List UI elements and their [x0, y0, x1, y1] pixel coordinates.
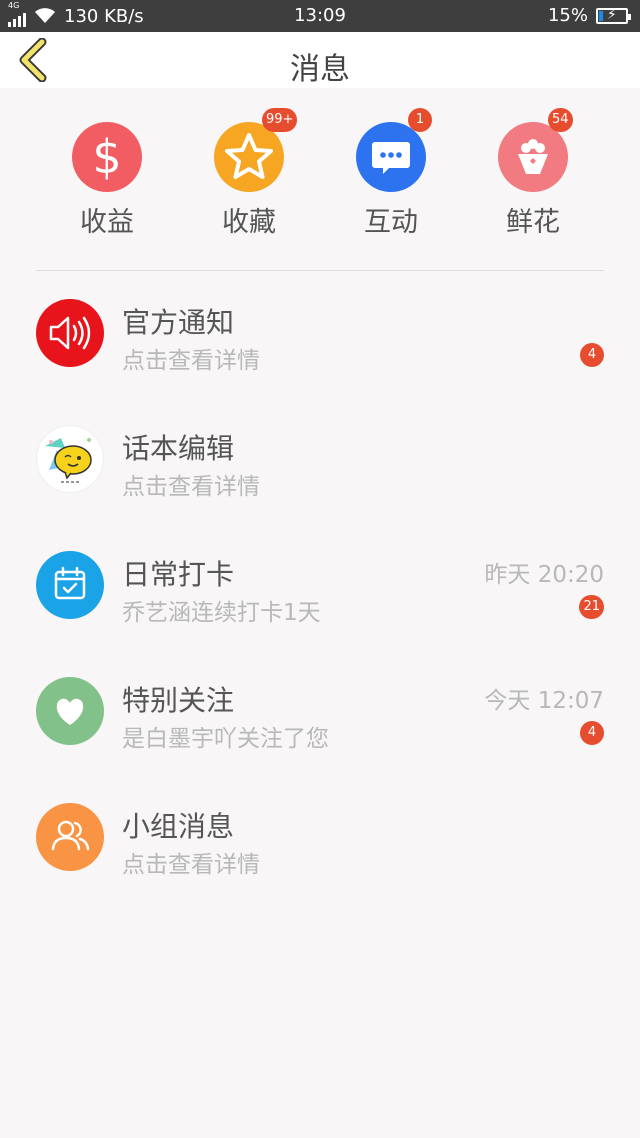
- category-label: 互动: [364, 207, 418, 238]
- item-subtitle: 是白墨宇吖关注了您: [122, 726, 329, 752]
- item-subtitle: 乔艺涵连续打卡1天: [122, 600, 321, 626]
- star-icon: 99+: [214, 108, 298, 192]
- list-item-script-editor[interactable]: 话本编辑 点击查看详情: [0, 425, 640, 525]
- dollar-icon: $: [72, 122, 142, 192]
- chat-bubble-icon: 1: [356, 108, 432, 192]
- item-title: 话本编辑: [122, 432, 235, 465]
- category-row: $ 收益 99+ 收藏 1 互动 54 鲜花: [0, 108, 640, 239]
- svg-text:$: $: [92, 130, 121, 184]
- page-title: 消息: [290, 52, 350, 87]
- list-item-special-follow[interactable]: 特别关注 是白墨宇吖关注了您 今天 12:07 4: [0, 677, 640, 777]
- category-interaction[interactable]: 1 互动: [321, 108, 461, 239]
- group-icon: [36, 803, 104, 871]
- divider: [36, 270, 604, 271]
- battery-percent: 15%: [547, 5, 588, 26]
- category-flowers[interactable]: 54 鲜花: [463, 108, 603, 239]
- flower-bouquet-icon: 54: [498, 108, 573, 192]
- category-label: 鲜花: [506, 207, 560, 238]
- status-bar: 4G 130 KB/s 13:09 15% ⚡: [0, 0, 640, 32]
- category-favorites[interactable]: 99+ 收藏: [179, 108, 319, 239]
- category-income[interactable]: $ 收益: [37, 118, 177, 239]
- unread-badge: 4: [580, 343, 604, 367]
- badge: 99+: [262, 108, 298, 132]
- item-subtitle: 点击查看详情: [122, 852, 260, 878]
- item-title: 官方通知: [122, 306, 235, 339]
- battery-icon: ⚡: [596, 7, 631, 24]
- header: 消息: [0, 32, 640, 88]
- status-time: 13:09: [294, 5, 346, 26]
- heart-icon: [36, 677, 104, 745]
- item-title: 小组消息: [122, 810, 235, 843]
- cartoon-face-icon: [36, 425, 104, 493]
- speaker-icon: [36, 299, 104, 367]
- calendar-check-icon: [36, 551, 104, 619]
- list-item-daily-checkin[interactable]: 日常打卡 乔艺涵连续打卡1天 昨天 20:20 21: [0, 551, 640, 651]
- unread-badge: 21: [579, 595, 604, 619]
- badge: 54: [548, 108, 573, 132]
- item-time: 昨天 20:20: [484, 562, 604, 588]
- category-label: 收益: [80, 207, 134, 238]
- item-time: 今天 12:07: [484, 688, 604, 714]
- status-right: 15% ⚡: [547, 5, 631, 26]
- category-label: 收藏: [222, 207, 276, 238]
- list-item-official-notice[interactable]: 官方通知 点击查看详情 4: [0, 299, 640, 399]
- unread-badge: 4: [580, 721, 604, 745]
- item-title: 特别关注: [122, 684, 235, 717]
- item-subtitle: 点击查看详情: [122, 474, 260, 500]
- item-subtitle: 点击查看详情: [122, 348, 260, 374]
- badge: 1: [408, 108, 432, 132]
- item-title: 日常打卡: [122, 558, 235, 591]
- list-item-group-messages[interactable]: 小组消息 点击查看详情: [0, 803, 640, 903]
